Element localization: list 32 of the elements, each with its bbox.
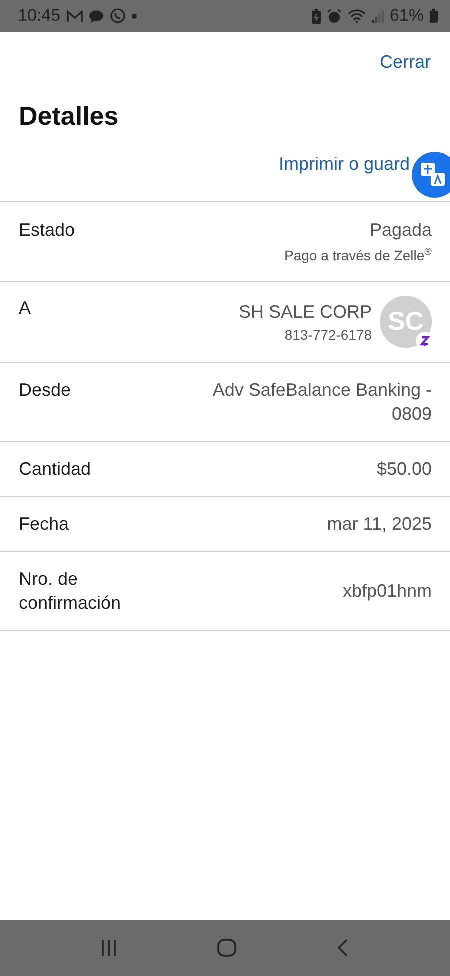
field-value: $50.00 [376,458,432,481]
alarm-icon [326,8,342,24]
payment-note: Pago a través de Zelle$^{®}$ [284,246,432,265]
field-value: xbfp01hnm [342,580,432,603]
phone-chat-icon [110,8,126,24]
close-link[interactable]: Cerrar [380,52,431,73]
field-value: SH SALE CORP [238,300,372,324]
translate-icon[interactable] [412,152,450,198]
field-label: Fecha [19,512,70,536]
battery-icon [430,9,438,23]
home-icon[interactable] [216,938,237,958]
field-value: Pagada [370,219,432,242]
page-title: Detalles [19,101,120,132]
back-icon[interactable] [336,938,350,958]
field-value: mar 11, 2025 [327,512,432,536]
battery-percent: 61% [390,6,424,26]
print-link[interactable]: Imprimir o guard [278,154,410,175]
dot-icon [132,14,137,18]
field-label: Desde [19,378,72,402]
wifi-icon [348,9,366,23]
recent-apps-icon[interactable] [100,939,118,957]
field-label: Cantidad [19,458,92,481]
field-value: Adv SafeBalance Banking - 0809 [212,378,432,426]
signal-icon [372,10,384,22]
field-label: A [19,296,32,320]
chat-icon [88,10,104,22]
field-label: Estado [19,219,76,242]
mail-icon [66,10,83,22]
phone-number: 813-772-6178 [284,326,372,344]
field-label: Nro. de confirmación [19,568,122,615]
battery-saver-icon [312,8,321,24]
clock-time: 10:45 [18,6,61,26]
